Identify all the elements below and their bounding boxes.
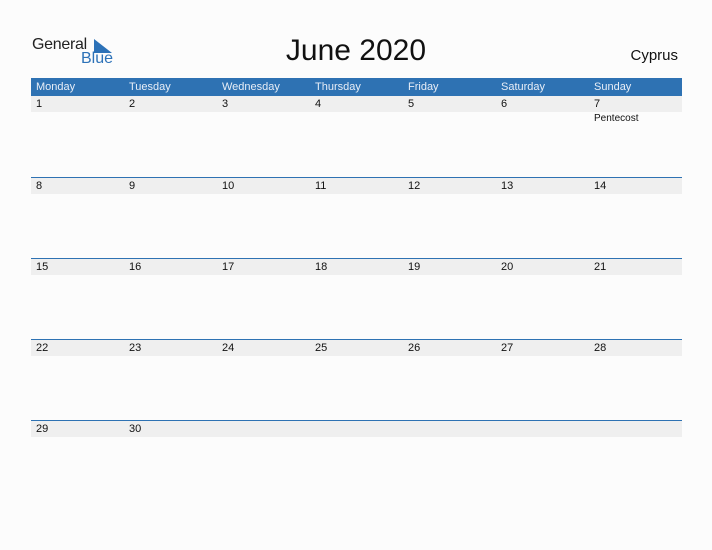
day-number: 21 xyxy=(594,261,607,273)
calendar-grid: Monday Tuesday Wednesday Thursday Friday… xyxy=(31,78,682,501)
day-number xyxy=(589,421,682,437)
day-number: 2 xyxy=(129,98,136,110)
day-number: 11 xyxy=(315,180,327,192)
day-event xyxy=(403,112,496,125)
day-number: 23 xyxy=(129,342,142,354)
weekday-saturday: Saturday xyxy=(501,81,546,93)
day-number: 12 xyxy=(408,180,421,192)
day-number: 27 xyxy=(501,342,514,354)
day-number-row: 1 2 3 4 5 6 7 xyxy=(31,96,682,112)
weekday-tuesday: Tuesday xyxy=(129,81,171,93)
day-number: 30 xyxy=(129,423,142,435)
day-number: 26 xyxy=(408,342,421,354)
day-number-row: 8 9 10 11 12 13 14 xyxy=(31,178,682,194)
day-event xyxy=(310,112,403,125)
week-row: 29 30 xyxy=(31,420,682,501)
day-number xyxy=(217,421,310,437)
day-number: 13 xyxy=(501,180,514,192)
day-number: 15 xyxy=(36,261,49,273)
weekday-thursday: Thursday xyxy=(315,81,361,93)
day-number: 19 xyxy=(408,261,421,273)
day-number-row: 15 16 17 18 19 20 21 xyxy=(31,259,682,275)
day-number: 9 xyxy=(129,180,136,192)
day-number xyxy=(496,421,589,437)
day-number: 29 xyxy=(36,423,49,435)
day-number: 5 xyxy=(408,98,415,110)
week-row: 8 9 10 11 12 13 14 xyxy=(31,177,682,258)
day-number xyxy=(403,421,496,437)
week-row: 22 23 24 25 26 27 28 xyxy=(31,339,682,420)
day-number: 6 xyxy=(501,98,508,110)
day-number: 1 xyxy=(36,98,43,110)
day-event xyxy=(31,112,124,125)
day-number: 4 xyxy=(315,98,322,110)
weekday-header: Monday Tuesday Wednesday Thursday Friday… xyxy=(31,78,682,96)
day-number: 24 xyxy=(222,342,235,354)
weekday-friday: Friday xyxy=(408,81,439,93)
day-number-row: 22 23 24 25 26 27 28 xyxy=(31,340,682,356)
day-event xyxy=(124,112,217,125)
event-row: Pentecost xyxy=(31,112,682,125)
day-number xyxy=(310,421,403,437)
week-row: 15 16 17 18 19 20 21 xyxy=(31,258,682,339)
page-title: June 2020 xyxy=(285,34,427,67)
day-number: 18 xyxy=(315,261,328,273)
day-event: Pentecost xyxy=(594,113,639,124)
day-number: 10 xyxy=(222,180,235,192)
day-number: 8 xyxy=(36,180,43,192)
weekday-wednesday: Wednesday xyxy=(222,81,280,93)
day-number: 17 xyxy=(222,261,235,273)
day-number: 25 xyxy=(315,342,328,354)
day-event xyxy=(496,112,589,125)
weekday-sunday: Sunday xyxy=(594,81,632,93)
day-number: 7 xyxy=(594,98,601,110)
day-number: 3 xyxy=(222,98,229,110)
day-number-row: 29 30 xyxy=(31,421,682,437)
country-label: Cyprus xyxy=(630,47,678,64)
day-number: 16 xyxy=(129,261,142,273)
day-event xyxy=(217,112,310,125)
week-row: 1 2 3 4 5 6 7 Pentecost xyxy=(31,96,682,177)
day-number: 28 xyxy=(594,342,607,354)
day-number: 20 xyxy=(501,261,514,273)
day-number: 14 xyxy=(594,180,607,192)
day-number: 22 xyxy=(36,342,49,354)
weekday-monday: Monday xyxy=(36,81,76,93)
